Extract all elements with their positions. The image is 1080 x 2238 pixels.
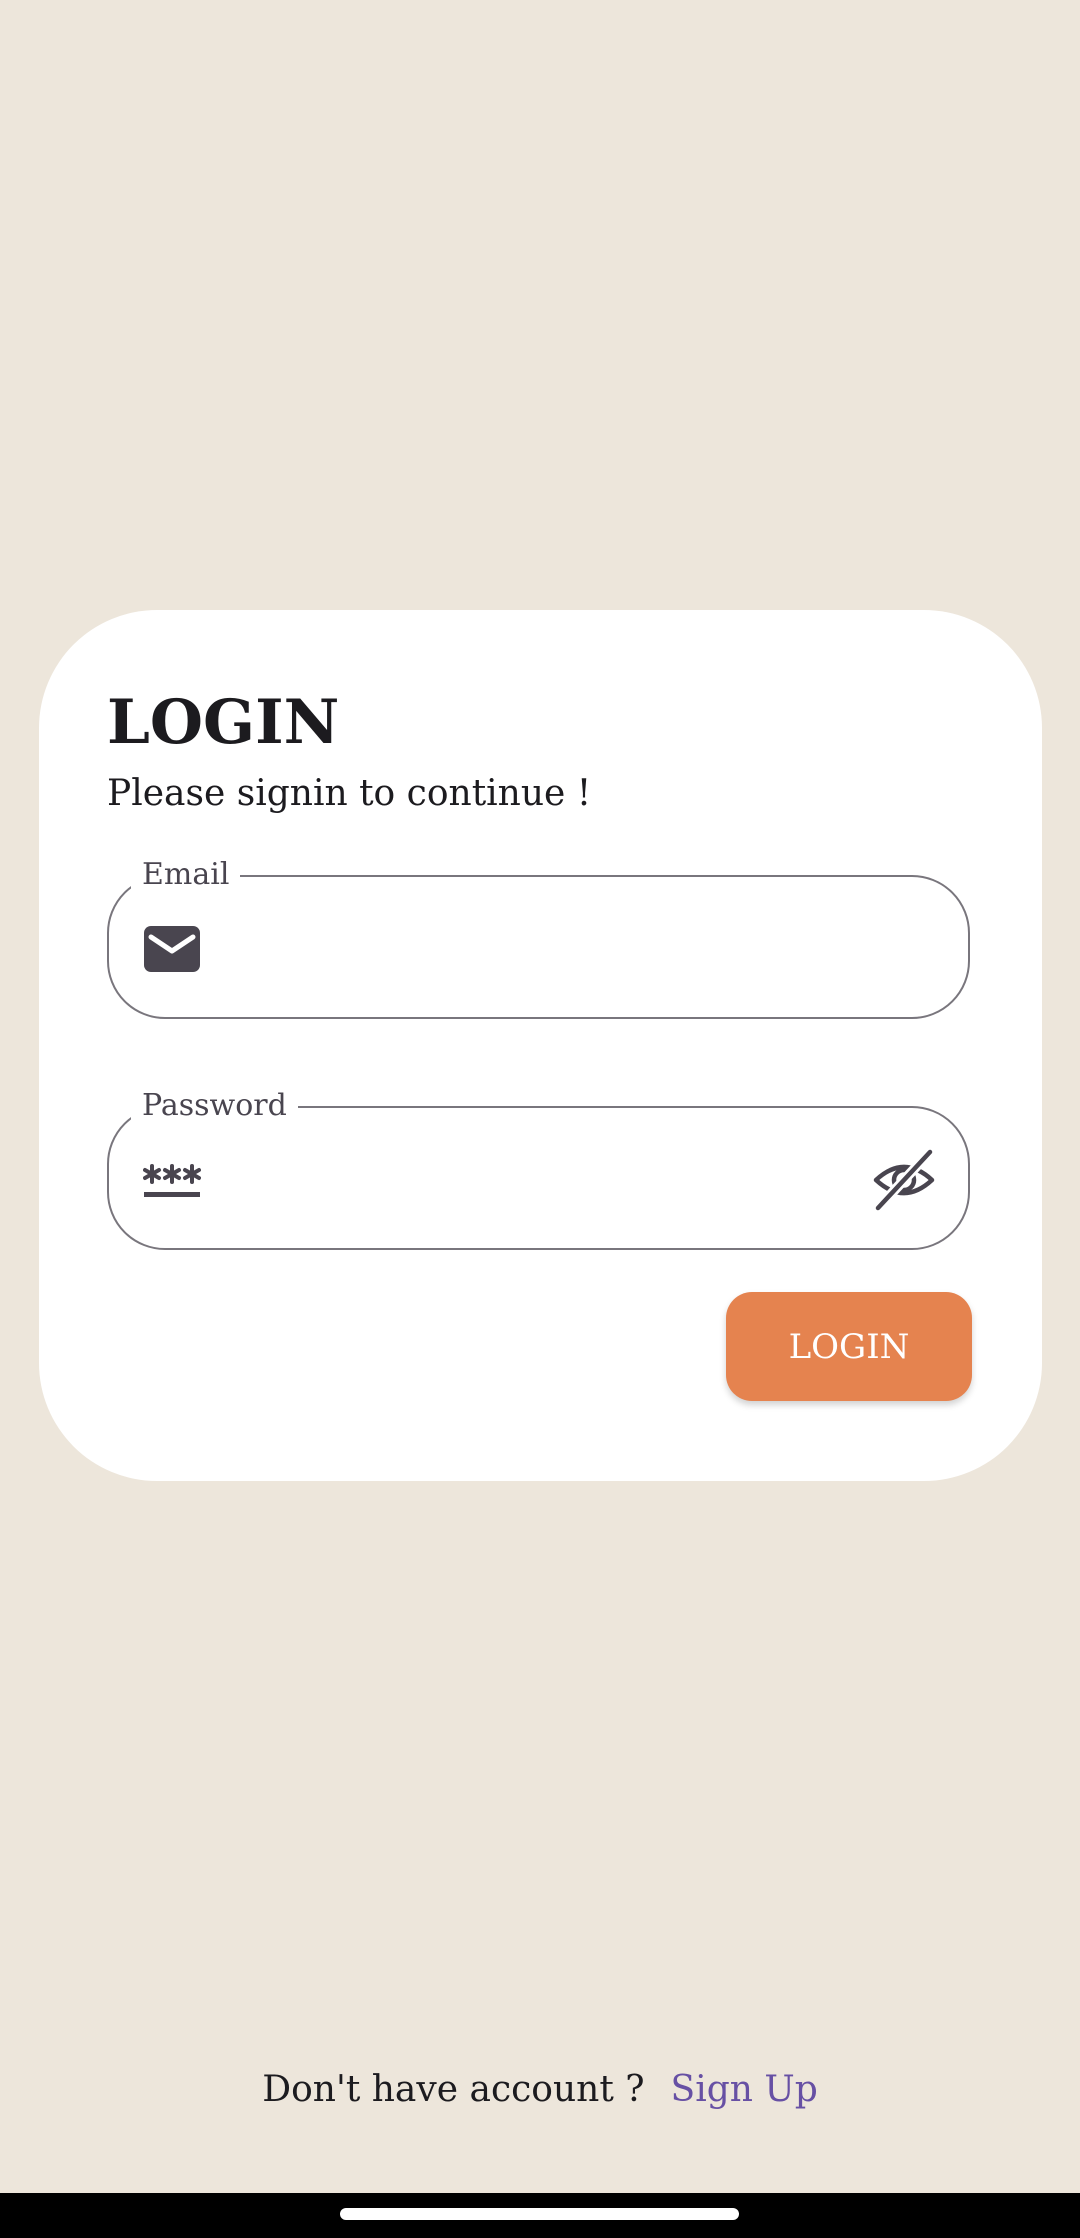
login-button[interactable]: LOGIN <box>726 1292 972 1401</box>
mail-icon <box>144 926 200 972</box>
password-input[interactable] <box>229 1144 853 1216</box>
signup-row: Don't have account ? Sign Up <box>0 2068 1080 2112</box>
eye-off-icon[interactable] <box>872 1148 936 1212</box>
login-title: LOGIN <box>107 687 340 758</box>
email-field[interactable]: Email <box>107 855 970 1019</box>
login-card: LOGIN Please signin to continue ! Email … <box>39 610 1042 1481</box>
password-label: Password <box>131 1086 298 1126</box>
email-label: Email <box>131 855 241 895</box>
login-subtitle: Please signin to continue ! <box>107 773 592 814</box>
navigation-bar <box>0 2193 1080 2238</box>
signup-link[interactable]: Sign Up <box>671 2069 818 2110</box>
email-input[interactable] <box>229 913 853 985</box>
password-field[interactable]: Password <box>107 1086 970 1250</box>
home-indicator[interactable] <box>340 2208 739 2220</box>
password-icon <box>143 1164 201 1197</box>
signup-prompt: Don't have account ? <box>262 2069 645 2110</box>
